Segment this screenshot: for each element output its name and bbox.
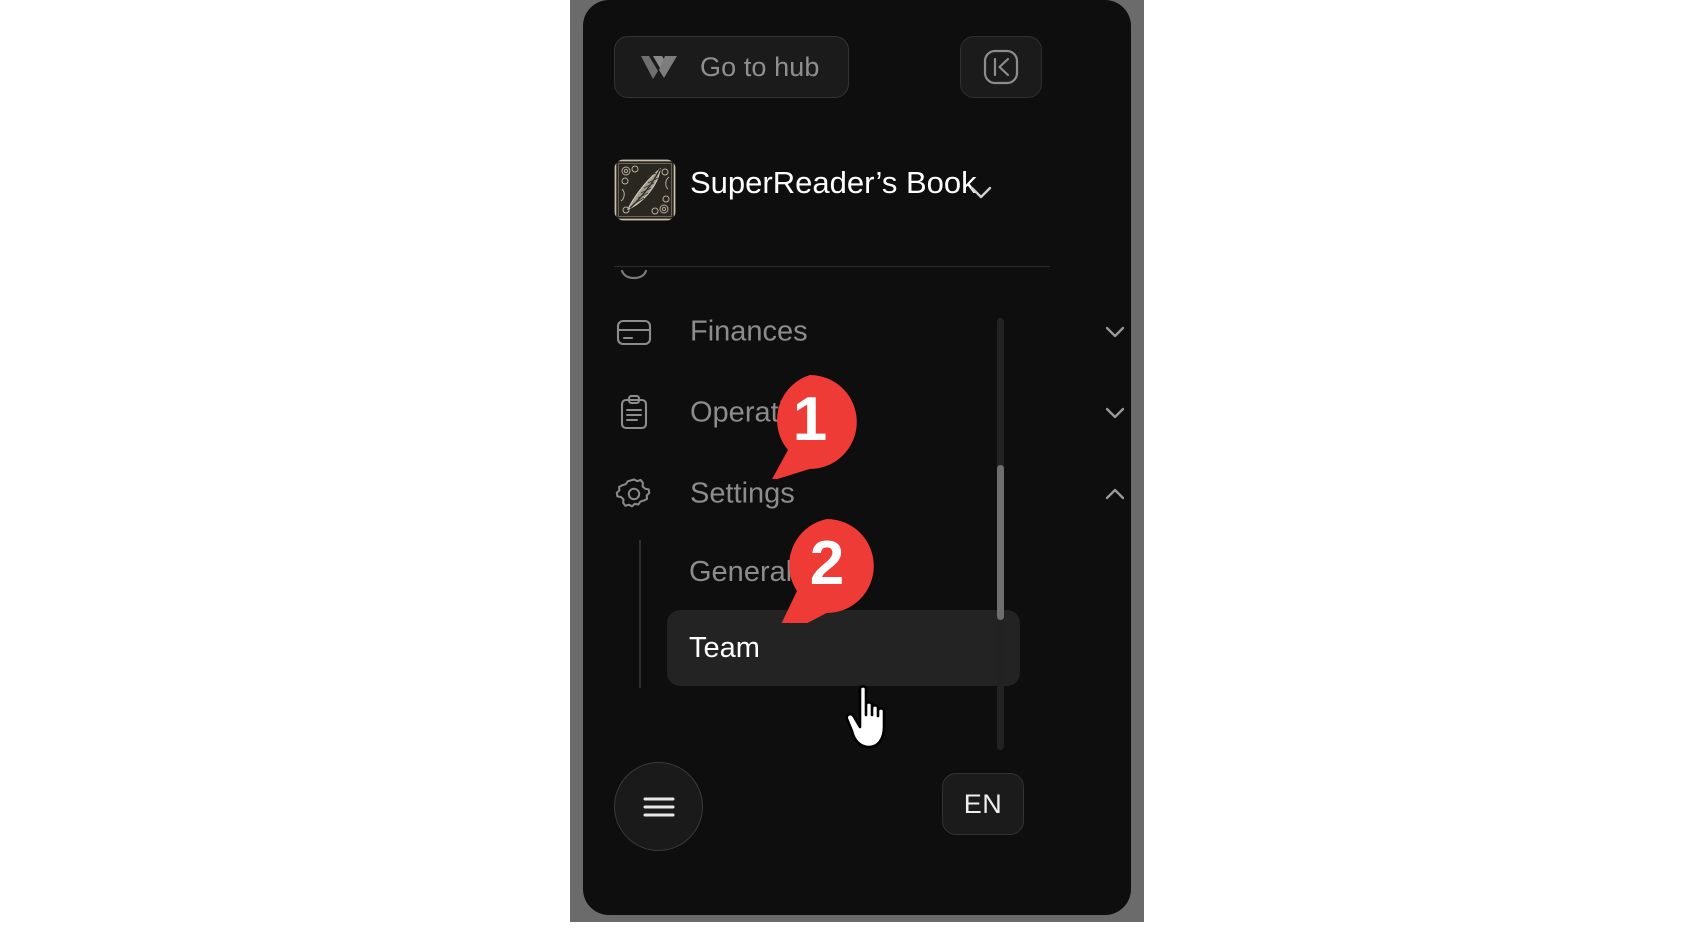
- sidebar-top-bar: Go to hub: [583, 32, 1131, 108]
- go-to-hub-label: Go to hub: [700, 51, 820, 82]
- w-chevron-logo-icon: [641, 56, 677, 79]
- sidebar-bottom-bar: EN: [614, 762, 1131, 851]
- nav-scrollbar-thumb[interactable]: [997, 465, 1004, 620]
- annotation-callout-2: 2: [775, 519, 879, 623]
- sidebar-item-operations[interactable]: Operations: [614, 372, 1131, 453]
- chevron-up-icon[interactable]: [1099, 478, 1131, 510]
- nav-list: Finances Operations Settings General Tea…: [614, 267, 1131, 688]
- nav-scroll-area: Finances Operations Settings General Tea…: [583, 267, 1131, 745]
- workspace-switcher-inner: SuperReader’s Book: [614, 155, 1034, 233]
- sidebar-item-finances[interactable]: Finances: [614, 291, 1131, 372]
- submenu-rail: [639, 540, 641, 688]
- workspace-avatar: [614, 159, 676, 221]
- submenu-item-label: General: [689, 555, 793, 588]
- submenu-item-label: Team: [689, 631, 760, 664]
- menu-toggle-button[interactable]: [614, 762, 703, 851]
- language-label: EN: [963, 788, 1003, 819]
- chevron-down-icon[interactable]: [1099, 397, 1131, 429]
- collapse-panel-button[interactable]: [960, 36, 1042, 98]
- annotation-number: 2: [809, 529, 845, 598]
- language-switcher-button[interactable]: EN: [942, 773, 1024, 835]
- nav-scrollbar-track[interactable]: [997, 318, 1004, 750]
- workspace-name: SuperReader’s Book: [690, 165, 977, 200]
- go-to-hub-button[interactable]: Go to hub: [614, 36, 849, 98]
- nav-item-clipped[interactable]: [614, 267, 1131, 291]
- partial-icon: [620, 269, 648, 280]
- sidebar-item-label: Settings: [690, 477, 795, 509]
- chevron-down-icon: [970, 186, 992, 199]
- sidebar-item-label: Finances: [690, 315, 808, 347]
- annotation-callout-1: 1: [758, 375, 862, 479]
- workspace-switcher[interactable]: SuperReader’s Book: [583, 155, 1131, 233]
- quill-feather-avatar: [614, 159, 676, 221]
- chevron-down-icon[interactable]: [1099, 316, 1131, 348]
- hamburger-menu-icon: [643, 797, 674, 816]
- panel-collapse-left-icon: [983, 49, 1019, 85]
- credit-card-icon: [616, 319, 652, 345]
- gear-icon: [615, 478, 651, 507]
- clipboard-icon: [620, 394, 648, 429]
- annotation-number: 1: [792, 385, 828, 454]
- pointing-hand-cursor: [845, 685, 886, 749]
